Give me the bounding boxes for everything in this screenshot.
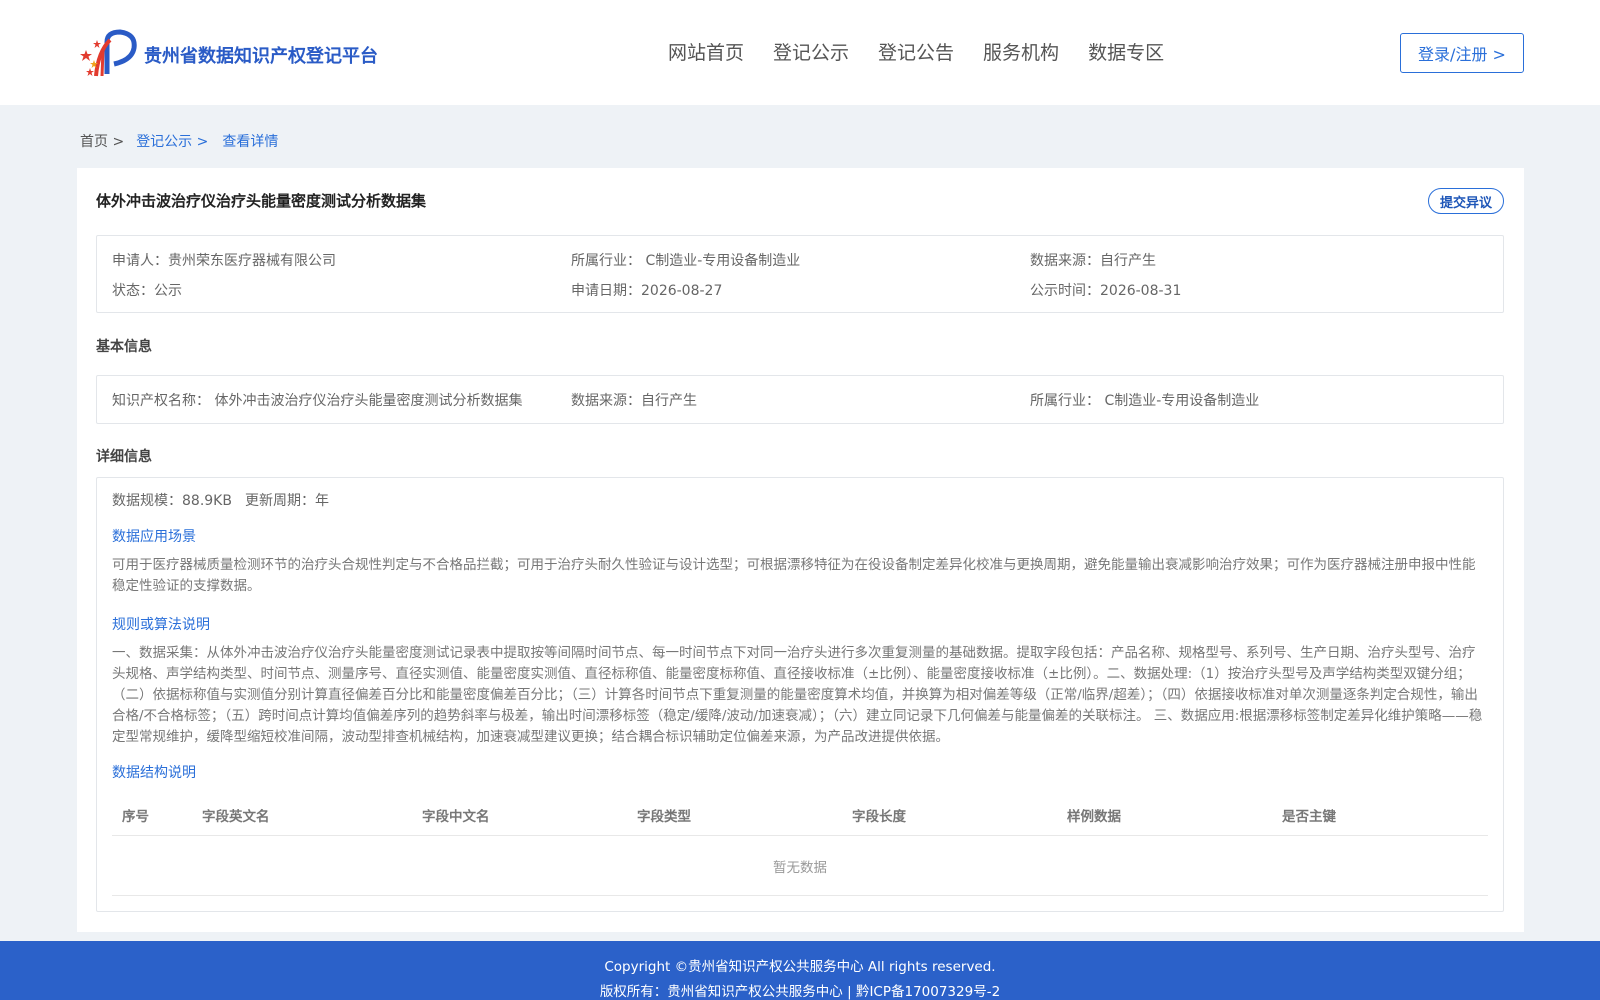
application-scene-title: 数据应用场景	[112, 529, 196, 545]
platform-logo-icon[interactable]	[80, 28, 138, 78]
column-header-length: 字段长度	[852, 809, 906, 825]
data-structure-title: 数据结构说明	[112, 765, 196, 781]
ip-name-value: 体外冲击波治疗仪治疗头能量密度测试分析数据集	[214, 393, 523, 409]
basic-source-value: 自行产生	[641, 393, 697, 409]
column-header-primary-key: 是否主键	[1282, 809, 1336, 825]
industry-field: 所属行业： C制造业-专用设备制造业	[571, 250, 800, 270]
nav-item-registration-publicity[interactable]: 登记公示	[773, 38, 849, 65]
footer-copyright: Copyright ©贵州省知识产权公共服务中心 All rights rese…	[604, 959, 996, 975]
status-field: 状态：公示	[112, 280, 182, 300]
breadcrumb-section[interactable]: 登记公示 >	[136, 131, 208, 151]
footer-owner-icp[interactable]: 版权所有：贵州省知识产权公共服务中心 | 黔ICP备17007329号-2	[0, 980, 1600, 1000]
source-value: 自行产生	[1100, 253, 1156, 269]
summary-panel: 申请人：贵州荣东医疗器械有限公司 所属行业： C制造业-专用设备制造业 数据来源…	[96, 235, 1504, 313]
column-header-english-name: 字段英文名	[202, 809, 270, 825]
main-nav: 网站首页 登记公示 登记公告 服务机构 数据专区	[668, 38, 1193, 65]
source-label: 数据来源：	[1030, 253, 1100, 269]
basic-industry-label: 所属行业：	[1030, 393, 1100, 409]
apply-date-label: 申请日期：	[571, 283, 641, 299]
status-label: 状态：	[112, 283, 154, 299]
submit-objection-button[interactable]: 提交异议	[1428, 188, 1504, 214]
data-scale-field: 数据规模：88.9KB	[112, 490, 232, 510]
column-header-sample: 样例数据	[1067, 809, 1121, 825]
basic-industry-field: 所属行业： C制造业-专用设备制造业	[1030, 390, 1259, 410]
rule-algorithm-text: 一、数据采集：从体外冲击波治疗仪治疗头能量密度测试记录表中提取按等间隔时间节点、…	[112, 645, 1483, 745]
field-table-header: 序号 字段英文名 字段中文名 字段类型 字段长度 样例数据 是否主键	[112, 796, 1488, 836]
apply-date-value: 2026-08-27	[641, 283, 723, 299]
basic-info-panel: 知识产权名称： 体外冲击波治疗仪治疗头能量密度测试分析数据集 数据来源：自行产生…	[96, 375, 1504, 424]
site-title[interactable]: 贵州省数据知识产权登记平台	[144, 42, 378, 68]
table-empty-state: 暂无数据	[112, 836, 1488, 896]
breadcrumb: 首页 > 登记公示 > 查看详情	[80, 131, 278, 151]
column-header-chinese-name: 字段中文名	[422, 809, 490, 825]
rule-algorithm-title: 规则或算法说明	[112, 617, 210, 633]
applicant-field: 申请人：贵州荣东医疗器械有限公司	[112, 250, 336, 270]
breadcrumb-home[interactable]: 首页 >	[80, 131, 124, 151]
data-scale-label: 数据规模：	[112, 493, 182, 509]
apply-date-field: 申请日期：2026-08-27	[571, 280, 722, 300]
column-header-type: 字段类型	[637, 809, 691, 825]
applicant-value: 贵州荣东医疗器械有限公司	[168, 253, 336, 269]
industry-label: 所属行业：	[571, 253, 641, 269]
applicant-label: 申请人：	[112, 253, 168, 269]
page-title: 体外冲击波治疗仪治疗头能量密度测试分析数据集	[96, 192, 427, 210]
industry-value: C制造业-专用设备制造业	[645, 253, 801, 269]
publish-date-label: 公示时间：	[1030, 283, 1100, 299]
publish-date-value: 2026-08-31	[1100, 283, 1182, 299]
source-field: 数据来源：自行产生	[1030, 250, 1156, 270]
data-scale-value: 88.9KB	[182, 493, 232, 509]
nav-item-service-agencies[interactable]: 服务机构	[983, 38, 1059, 65]
nav-item-registration-announcement[interactable]: 登记公告	[878, 38, 954, 65]
detail-card: 体外冲击波治疗仪治疗头能量密度测试分析数据集 提交异议 申请人：贵州荣东医疗器械…	[77, 168, 1524, 932]
basic-industry-value: C制造业-专用设备制造业	[1104, 393, 1260, 409]
column-header-index: 序号	[122, 809, 149, 825]
nav-item-data-zone[interactable]: 数据专区	[1088, 38, 1164, 65]
top-header: 贵州省数据知识产权登记平台 网站首页 登记公示 登记公告 服务机构 数据专区 登…	[0, 0, 1600, 105]
nav-item-home[interactable]: 网站首页	[668, 38, 744, 65]
status-value: 公示	[154, 283, 182, 299]
basic-source-label: 数据来源：	[571, 393, 641, 409]
update-cycle-field: 更新周期：年	[245, 490, 329, 510]
page-footer: Copyright ©贵州省知识产权公共服务中心 All rights rese…	[0, 941, 1600, 1000]
application-scene-text: 可用于医疗器械质量检测环节的治疗头合规性判定与不合格品拦截；可用于治疗头耐久性验…	[112, 557, 1476, 594]
breadcrumb-current: 查看详情	[222, 134, 279, 150]
detail-info-title: 详细信息	[96, 449, 152, 465]
update-cycle-value: 年	[315, 493, 329, 509]
basic-source-field: 数据来源：自行产生	[571, 390, 697, 410]
login-register-button[interactable]: 登录/注册 >	[1400, 33, 1524, 73]
ip-name-label: 知识产权名称：	[112, 393, 210, 409]
publish-date-field: 公示时间：2026-08-31	[1030, 280, 1181, 300]
detail-info-panel: 数据规模：88.9KB 更新周期：年 数据应用场景 可用于医疗器械质量检测环节的…	[96, 477, 1504, 912]
basic-info-title: 基本信息	[96, 339, 152, 355]
update-cycle-label: 更新周期：	[245, 493, 315, 509]
ip-name-field: 知识产权名称： 体外冲击波治疗仪治疗头能量密度测试分析数据集	[112, 390, 522, 410]
